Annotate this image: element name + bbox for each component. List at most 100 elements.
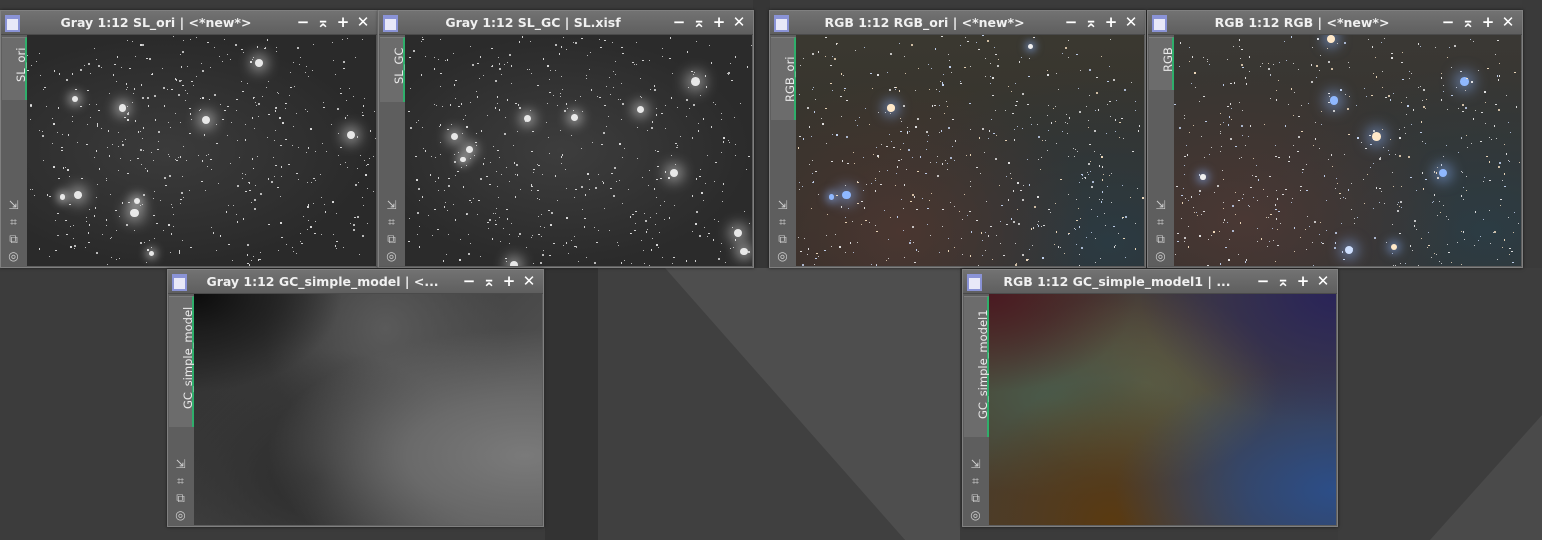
restore-button[interactable]: + (1478, 13, 1498, 31)
identity-icon[interactable]: ◎ (963, 507, 988, 524)
star (1305, 249, 1307, 251)
shade-button[interactable]: − (1253, 272, 1273, 290)
image-window-sl-gc[interactable]: Gray 1:12 SL_GC | SL.xisf − ⌅ + ✕ SL_GC … (378, 10, 754, 268)
star (903, 56, 905, 58)
view-id-tab[interactable]: GC_simple_model1 (964, 296, 990, 437)
star (1517, 222, 1519, 224)
image-view[interactable] (796, 35, 1144, 266)
clone-icon[interactable]: ⧉ (1148, 231, 1173, 248)
image-view[interactable] (1174, 35, 1521, 266)
shade-button[interactable]: − (1438, 13, 1458, 31)
background-model-view[interactable] (194, 294, 542, 525)
view-id-tab[interactable]: SL_ori (2, 37, 28, 100)
star (663, 200, 665, 202)
image-window-rgb[interactable]: RGB 1:12 RGB | <*new*> − ⌅ + ✕ RGB ⇲ ⌗ ⧉… (1147, 10, 1523, 268)
star (1119, 136, 1121, 138)
title-bar[interactable]: RGB 1:12 RGB | <*new*> − ⌅ + ✕ (1148, 11, 1522, 35)
fit-view-icon[interactable]: ⇲ (1, 197, 26, 214)
title-bar[interactable]: RGB 1:12 RGB_ori | <*new*> − ⌅ + ✕ (770, 11, 1145, 35)
star (809, 126, 811, 128)
image-view[interactable] (27, 35, 376, 266)
title-bar[interactable]: RGB 1:12 GC_simple_model1 | ... − ⌅ + ✕ (963, 270, 1337, 294)
fit-view-icon[interactable]: ⇲ (770, 197, 795, 214)
star (903, 105, 906, 108)
restore-button[interactable]: + (709, 13, 729, 31)
maximize-button[interactable]: ⌅ (689, 13, 709, 31)
background-model-view[interactable] (989, 294, 1336, 525)
identity-icon[interactable]: ◎ (1, 248, 26, 265)
identity-icon[interactable]: ◎ (770, 248, 795, 265)
view-id-tab[interactable]: SL_GC (380, 37, 406, 102)
maximize-button[interactable]: ⌅ (1081, 13, 1101, 31)
image-window-sl-ori[interactable]: Gray 1:12 SL_ori | <*new*> − ⌅ + ✕ SL_or… (0, 10, 378, 268)
star (967, 40, 969, 42)
star (566, 103, 568, 105)
zoom-icon[interactable]: ⌗ (963, 473, 988, 490)
image-window-rgb-ori[interactable]: RGB 1:12 RGB_ori | <*new*> − ⌅ + ✕ RGB_o… (769, 10, 1146, 268)
restore-button[interactable]: + (333, 13, 353, 31)
zoom-icon[interactable]: ⌗ (1148, 214, 1173, 231)
restore-button[interactable]: + (1293, 272, 1313, 290)
close-button[interactable]: ✕ (1313, 272, 1333, 290)
shade-button[interactable]: − (293, 13, 313, 31)
star (1465, 176, 1468, 178)
view-id-tab[interactable]: RGB (1149, 37, 1175, 90)
close-button[interactable]: ✕ (1121, 13, 1141, 31)
image-window-gc-simple-model[interactable]: Gray 1:12 GC_simple_model | <... − ⌅ + ✕… (167, 269, 544, 527)
star (1402, 79, 1404, 81)
view-id-tab[interactable]: GC_simple_model (169, 296, 195, 427)
fit-view-icon[interactable]: ⇲ (963, 456, 988, 473)
star (71, 95, 79, 102)
shade-button[interactable]: − (1061, 13, 1081, 31)
shade-button[interactable]: − (459, 272, 479, 290)
star (518, 233, 521, 236)
title-bar[interactable]: Gray 1:12 SL_ori | <*new*> − ⌅ + ✕ (1, 11, 377, 35)
star (844, 251, 846, 253)
star (652, 121, 654, 123)
star (1124, 257, 1126, 259)
view-id-tab[interactable]: RGB_ori (771, 37, 797, 120)
image-window-gc-simple-model1[interactable]: RGB 1:12 GC_simple_model1 | ... − ⌅ + ✕ … (962, 269, 1338, 527)
clone-icon[interactable]: ⧉ (1, 231, 26, 248)
restore-button[interactable]: + (499, 272, 519, 290)
star (926, 131, 929, 134)
star (654, 149, 656, 151)
zoom-icon[interactable]: ⌗ (770, 214, 795, 231)
clone-icon[interactable]: ⧉ (379, 231, 404, 248)
fit-view-icon[interactable]: ⇲ (168, 456, 193, 473)
star (834, 58, 837, 61)
close-button[interactable]: ✕ (1498, 13, 1518, 31)
identity-icon[interactable]: ◎ (168, 507, 193, 524)
identity-icon[interactable]: ◎ (379, 248, 404, 265)
star (1375, 187, 1377, 189)
close-button[interactable]: ✕ (729, 13, 749, 31)
star (61, 150, 63, 152)
shade-button[interactable]: − (669, 13, 689, 31)
identity-icon[interactable]: ◎ (1148, 248, 1173, 265)
star (802, 185, 804, 188)
maximize-button[interactable]: ⌅ (1273, 272, 1293, 290)
zoom-icon[interactable]: ⌗ (379, 214, 404, 231)
maximize-button[interactable]: ⌅ (479, 272, 499, 290)
star (1414, 220, 1417, 223)
maximize-button[interactable]: ⌅ (1458, 13, 1478, 31)
clone-icon[interactable]: ⧉ (770, 231, 795, 248)
clone-icon[interactable]: ⧉ (168, 490, 193, 507)
maximize-button[interactable]: ⌅ (313, 13, 333, 31)
star (237, 185, 240, 188)
star (108, 92, 111, 94)
zoom-icon[interactable]: ⌗ (1, 214, 26, 231)
title-bar[interactable]: Gray 1:12 SL_GC | SL.xisf − ⌅ + ✕ (379, 11, 753, 35)
star (180, 66, 182, 68)
close-button[interactable]: ✕ (519, 272, 539, 290)
clone-icon[interactable]: ⧉ (963, 490, 988, 507)
zoom-icon[interactable]: ⌗ (168, 473, 193, 490)
close-button[interactable]: ✕ (353, 13, 373, 31)
restore-button[interactable]: + (1101, 13, 1121, 31)
title-bar[interactable]: Gray 1:12 GC_simple_model | <... − ⌅ + ✕ (168, 270, 543, 294)
fit-view-icon[interactable]: ⇲ (1148, 197, 1173, 214)
image-view[interactable] (405, 35, 752, 266)
fit-view-icon[interactable]: ⇲ (379, 197, 404, 214)
star (253, 256, 255, 258)
star (1463, 238, 1466, 240)
